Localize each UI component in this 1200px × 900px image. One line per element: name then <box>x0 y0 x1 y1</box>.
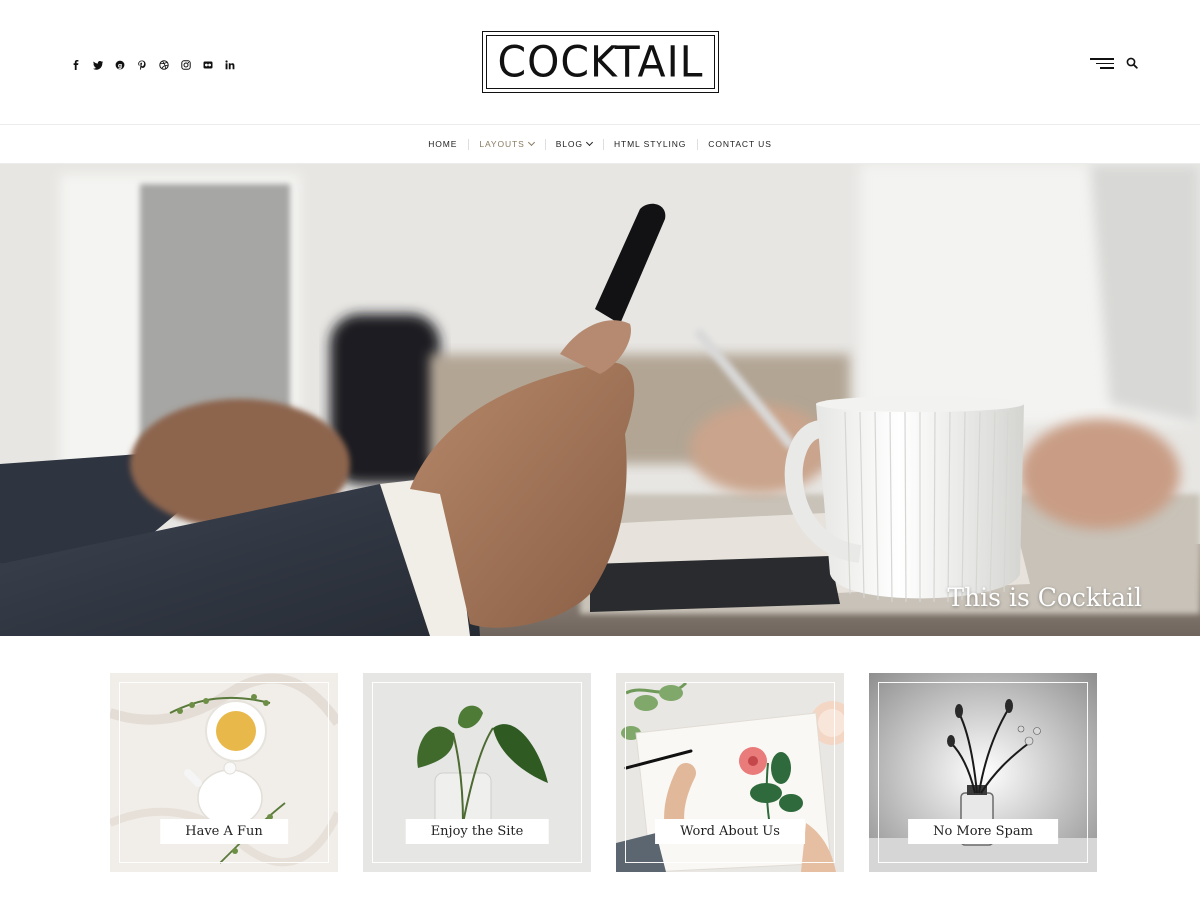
hero-image <box>0 164 1200 636</box>
instagram-icon[interactable] <box>180 58 191 72</box>
header-tools <box>1090 56 1138 70</box>
svg-text:g: g <box>117 62 121 69</box>
search-icon[interactable] <box>1126 57 1138 69</box>
dribbble-icon[interactable] <box>158 58 169 72</box>
facebook-icon[interactable] <box>70 58 81 72</box>
nav-item-label: CONTACT US <box>708 139 772 149</box>
card-label[interactable]: No More Spam <box>908 819 1058 844</box>
flickr-icon[interactable] <box>202 58 213 72</box>
card-label[interactable]: Have A Fun <box>160 819 288 844</box>
card-label[interactable]: Word About Us <box>655 819 805 844</box>
nav-item-blog[interactable]: BLOG <box>544 138 603 150</box>
feature-cards: Have A Fun Enjoy the Site Word About Us … <box>110 673 1097 872</box>
nav-item-label: LAYOUTS <box>479 139 525 149</box>
feature-card-no-more-spam[interactable]: No More Spam <box>869 673 1097 872</box>
twitter-icon[interactable] <box>92 58 103 72</box>
linkedin-icon[interactable] <box>224 58 235 72</box>
site-header: g COCKTAIL <box>0 0 1200 124</box>
nav-item-label: HTML STYLING <box>613 139 687 149</box>
hero-caption[interactable]: This is Cocktail <box>947 583 1142 612</box>
nav-item-label: BLOG <box>555 139 583 149</box>
social-links: g <box>70 58 235 72</box>
nav-item-home[interactable]: HOME <box>417 139 468 149</box>
chevron-down-icon <box>585 138 593 147</box>
hamburger-menu-icon[interactable] <box>1090 56 1114 70</box>
nav-list: HOME LAYOUTS BLOG HTML STYLING CONTACT U… <box>417 138 783 150</box>
chevron-down-icon <box>527 138 535 147</box>
card-label[interactable]: Enjoy the Site <box>405 819 549 844</box>
feature-card-word-about-us[interactable]: Word About Us <box>616 673 844 872</box>
google-plus-icon[interactable]: g <box>114 58 125 72</box>
nav-item-html-styling[interactable]: HTML STYLING <box>602 139 697 150</box>
pinterest-icon[interactable] <box>136 58 147 72</box>
logo-text: COCKTAIL <box>497 36 704 88</box>
feature-card-enjoy-the-site[interactable]: Enjoy the Site <box>363 673 591 872</box>
nav-item-contact-us[interactable]: CONTACT US <box>697 139 782 150</box>
hero-slider[interactable]: This is Cocktail <box>0 164 1200 636</box>
feature-card-have-a-fun[interactable]: Have A Fun <box>110 673 338 872</box>
main-navigation: HOME LAYOUTS BLOG HTML STYLING CONTACT U… <box>0 124 1200 164</box>
nav-item-label: HOME <box>428 139 458 149</box>
site-logo[interactable]: COCKTAIL <box>482 31 719 93</box>
logo-inner-frame: COCKTAIL <box>486 35 715 89</box>
nav-item-layouts[interactable]: LAYOUTS <box>468 138 544 150</box>
